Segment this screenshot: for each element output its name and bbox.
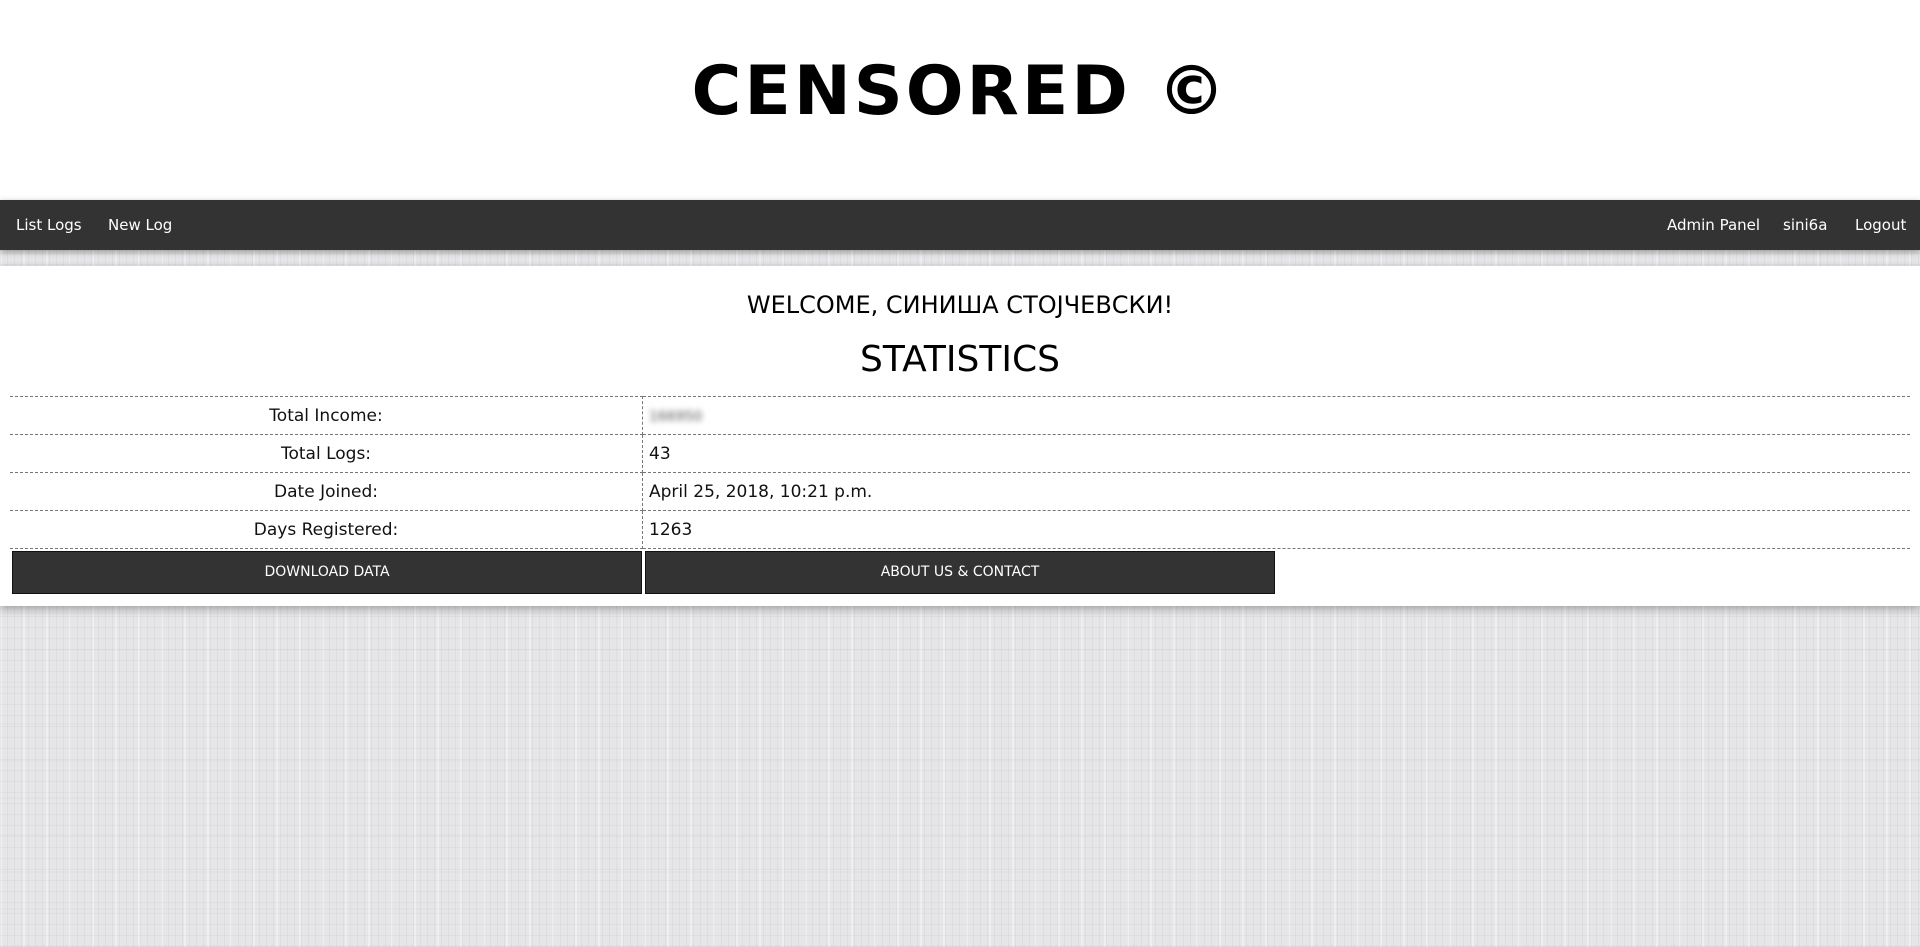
statistics-panel: WELCOME, СИНИША СТОЈЧЕВСКИ! STATISTICS T… [0, 266, 1920, 606]
stat-value: April 25, 2018, 10:21 p.m. [642, 472, 1910, 511]
stat-row-total-logs: Total Logs: 43 [10, 434, 1910, 473]
stat-row-total-income: Total Income: 166950 [10, 396, 1910, 435]
site-header: CENSORED © [0, 0, 1920, 200]
stat-value: 43 [642, 434, 1910, 473]
stat-row-days-registered: Days Registered: 1263 [10, 510, 1910, 549]
nav-logout[interactable]: Logout [1855, 200, 1906, 250]
statistics-table: Total Income: 166950 Total Logs: 43 Date… [10, 396, 1910, 549]
blurred-income-value: 166950 [649, 408, 703, 425]
stat-label: Total Logs: [10, 434, 643, 473]
nav-new-log[interactable]: New Log [108, 200, 172, 250]
stat-value: 1263 [642, 510, 1910, 549]
nav-admin-panel[interactable]: Admin Panel [1667, 200, 1760, 250]
welcome-message: WELCOME, СИНИША СТОЈЧЕВСКИ! [746, 291, 1174, 319]
stat-label: Date Joined: [10, 472, 643, 511]
site-title: CENSORED © [691, 52, 1229, 131]
stat-label: Total Income: [10, 396, 643, 435]
stat-value: 166950 [642, 396, 1910, 435]
stat-label: Days Registered: [10, 510, 643, 549]
nav-list-logs[interactable]: List Logs [16, 200, 82, 250]
top-navbar: List Logs New Log Admin Panel sini6a Log… [0, 200, 1920, 250]
stat-row-date-joined: Date Joined: April 25, 2018, 10:21 p.m. [10, 472, 1910, 511]
statistics-heading: STATISTICS [860, 339, 1060, 380]
about-contact-button[interactable]: ABOUT US & CONTACT [645, 551, 1275, 594]
download-data-button[interactable]: DOWNLOAD DATA [12, 551, 642, 594]
nav-username[interactable]: sini6a [1783, 200, 1827, 250]
